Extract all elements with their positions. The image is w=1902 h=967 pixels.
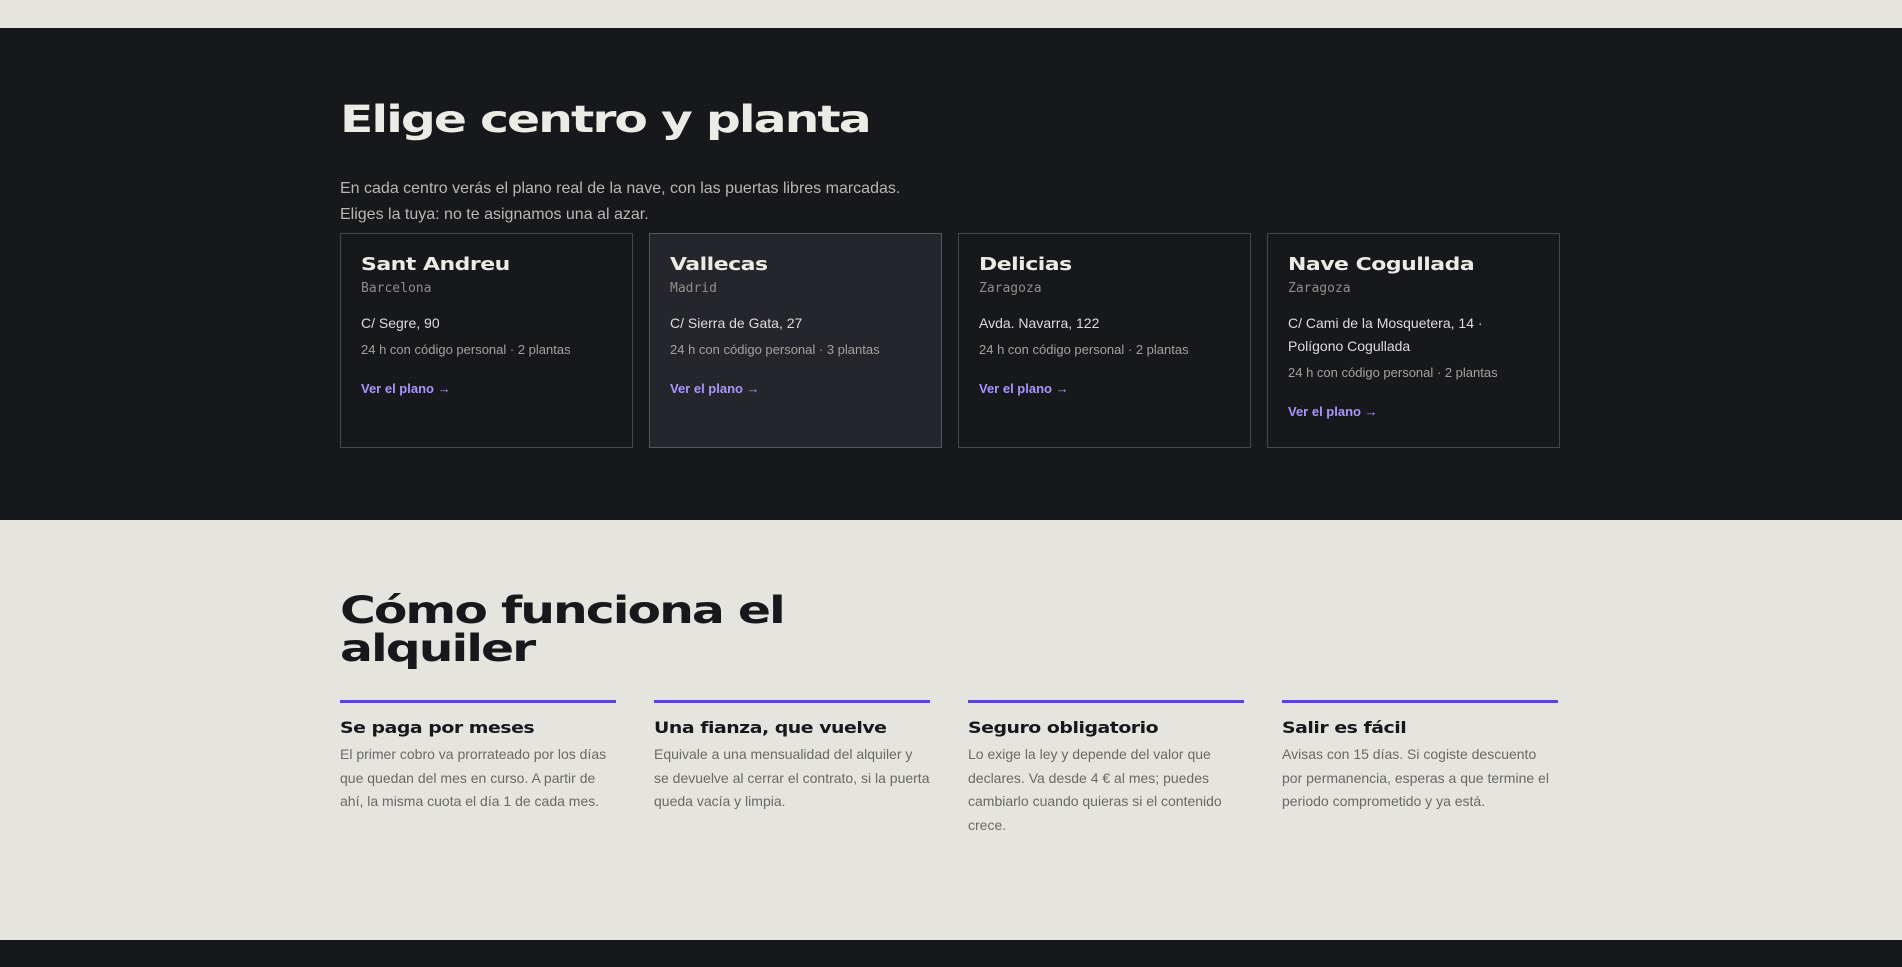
view-plan-link[interactable]: Ver el plano → xyxy=(361,381,451,396)
center-name: Nave Cogullada xyxy=(1288,254,1475,275)
center-meta: 24 h con código personal · 3 plantas xyxy=(670,342,880,357)
center-card-nave-cogullada[interactable]: Nave Cogullada Zaragoza C/ Cami de la Mo… xyxy=(1267,233,1560,448)
center-card-delicias[interactable]: Delicias Zaragoza Avda. Navarra, 122 24 … xyxy=(958,233,1251,448)
center-name: Sant Andreu xyxy=(361,254,510,275)
footer-strip xyxy=(0,940,1902,967)
step-title: Seguro obligatorio xyxy=(968,718,1159,737)
view-plan-link[interactable]: Ver el plano → xyxy=(979,381,1069,396)
top-strip xyxy=(0,0,1902,28)
view-plan-link[interactable]: Ver el plano → xyxy=(1288,404,1378,419)
center-city: Barcelona xyxy=(361,281,432,296)
center-meta: 24 h con código personal · 2 plantas xyxy=(979,342,1189,357)
center-city: Madrid xyxy=(670,281,717,296)
center-address: C/ Cami de la Mosquetera, 14 · Polígono … xyxy=(1288,315,1483,354)
step-text: Avisas con 15 días. Si cogiste descuento… xyxy=(1282,746,1549,809)
center-address: C/ Sierra de Gata, 27 xyxy=(670,315,803,331)
center-card-sant-andreu[interactable]: Sant Andreu Barcelona C/ Segre, 90 24 h … xyxy=(340,233,633,448)
centers-subtitle-line2: Eliges la tuya: no te asignamos una al a… xyxy=(340,206,649,223)
rental-step: Salir es fácil Avisas con 15 días. Si co… xyxy=(1282,700,1558,837)
centers-subtitle: En cada centro verás el plano real de la… xyxy=(340,176,900,228)
step-title: Salir es fácil xyxy=(1282,718,1407,737)
center-address: Avda. Navarra, 122 xyxy=(979,315,1100,331)
centers-section: Elige centro y planta En cada centro ver… xyxy=(0,28,1902,520)
step-title: Se paga por meses xyxy=(340,718,535,737)
view-plan-link[interactable]: Ver el plano → xyxy=(670,381,760,396)
centers-title: Elige centro y planta xyxy=(340,98,872,141)
center-meta: 24 h con código personal · 2 plantas xyxy=(361,342,571,357)
rental-step: Seguro obligatorio Lo exige la ley y dep… xyxy=(968,700,1244,837)
center-city: Zaragoza xyxy=(979,281,1042,296)
step-text: Equivale a una mensualidad del alquiler … xyxy=(654,746,930,809)
center-meta: 24 h con código personal · 2 plantas xyxy=(1288,365,1498,380)
center-cards: Sant Andreu Barcelona C/ Segre, 90 24 h … xyxy=(340,233,1560,448)
center-city: Zaragoza xyxy=(1288,281,1351,296)
rental-step: Se paga por meses El primer cobro va pro… xyxy=(340,700,616,837)
rental-step: Una fianza, que vuelve Equivale a una me… xyxy=(654,700,930,837)
center-name: Delicias xyxy=(979,254,1072,275)
centers-subtitle-line1: En cada centro verás el plano real de la… xyxy=(340,180,901,197)
rental-steps: Se paga por meses El primer cobro va pro… xyxy=(340,700,1558,837)
rental-title: Cómo funciona el alquiler xyxy=(340,589,786,670)
step-title: Una fianza, que vuelve xyxy=(654,718,887,737)
center-address: C/ Segre, 90 xyxy=(361,315,440,331)
center-name: Vallecas xyxy=(670,254,768,275)
step-text: Lo exige la ley y depende del valor que … xyxy=(968,746,1222,833)
center-card-vallecas[interactable]: Vallecas Madrid C/ Sierra de Gata, 27 24… xyxy=(649,233,942,448)
step-text: El primer cobro va prorrateado por los d… xyxy=(340,746,607,809)
rental-section: Cómo funciona el alquiler Se paga por me… xyxy=(0,520,1902,940)
